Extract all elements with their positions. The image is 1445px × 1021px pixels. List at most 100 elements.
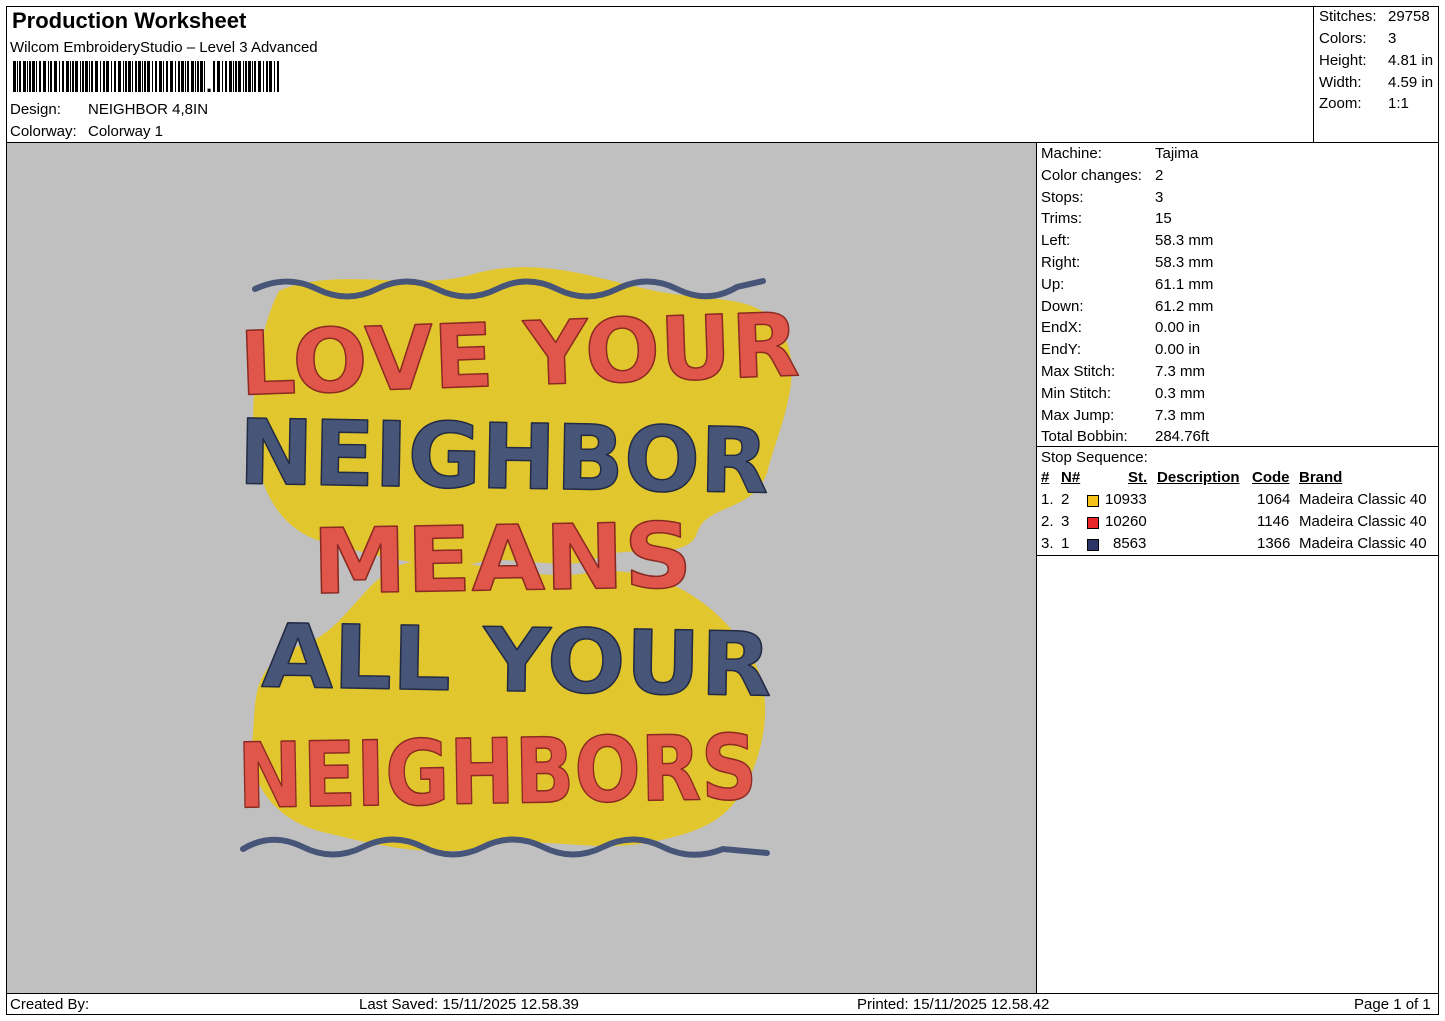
barcode-bar — [125, 61, 127, 92]
barcode-bar — [175, 61, 176, 92]
stop-num: 3. — [1041, 535, 1054, 552]
header-stitches: St. — [1128, 469, 1148, 486]
barcode-bar — [147, 61, 150, 92]
design-line-2: NEIGHBOR — [238, 400, 770, 514]
barcode: , — [13, 61, 279, 92]
barcode-bar — [187, 61, 189, 92]
stop-brand: Madeira Classic 40 — [1299, 491, 1427, 508]
colors-value: 3 — [1388, 30, 1397, 47]
software-name: Wilcom EmbroideryStudio – Level 3 Advanc… — [10, 39, 318, 56]
barcode-bar — [277, 61, 279, 92]
barcode-bar — [258, 61, 261, 92]
barcode-bar — [135, 61, 137, 92]
machine-info-value: 2 — [1155, 166, 1164, 184]
barcode-bar — [238, 61, 241, 92]
design-value: NEIGHBOR 4,8IN — [88, 101, 209, 118]
barcode-bar — [170, 61, 173, 92]
barcode-bar — [274, 61, 275, 92]
barcode-bar — [132, 61, 133, 92]
barcode-bar — [217, 61, 220, 92]
barcode-bar — [248, 61, 251, 92]
design-line-3: MEANS — [311, 504, 693, 616]
stop-needle: 2 — [1061, 491, 1070, 508]
barcode-bar — [72, 61, 74, 92]
machine-info-label: Right: — [1041, 254, 1081, 271]
machine-info-value: 0.3 mm — [1155, 384, 1206, 402]
barcode-bar — [252, 61, 253, 92]
design-preview: LOVE YOUR NEIGHBOR MEANS ALL YOUR NEIGHB… — [7, 143, 1036, 993]
machine-info-value: 3 — [1155, 188, 1164, 206]
page-title: Production Worksheet — [12, 8, 247, 33]
zoom-value: 1:1 — [1388, 95, 1409, 112]
barcode-bar — [106, 61, 109, 92]
machine-divider — [1036, 446, 1439, 447]
height-label: Height: — [1319, 52, 1367, 69]
barcode-bar — [43, 61, 46, 92]
machine-info-label: Color changes: — [1041, 166, 1142, 184]
barcode-bar — [29, 61, 31, 92]
stop-num: 2. — [1041, 513, 1054, 530]
header-needle: N# — [1061, 469, 1081, 486]
height-value: 4.81 in — [1388, 52, 1434, 69]
barcode-bar — [82, 61, 84, 92]
barcode-bar — [178, 61, 180, 92]
bottom-wave — [240, 836, 770, 858]
stop-code: 1146 — [1257, 513, 1290, 530]
color-swatch — [1087, 495, 1099, 507]
machine-info-label: Total Bobbin: — [1041, 428, 1128, 446]
zoom-label: Zoom: — [1319, 95, 1362, 112]
machine-info-value: 61.1 mm — [1155, 275, 1214, 293]
stop-brand: Madeira Classic 40 — [1299, 513, 1427, 530]
barcode-separator: , — [206, 72, 212, 92]
barcode-bar — [200, 61, 203, 92]
machine-info-value: 7.3 mm — [1155, 363, 1206, 380]
barcode-bar — [59, 61, 60, 92]
colors-label: Colors: — [1319, 30, 1367, 47]
barcode-bar — [85, 61, 88, 92]
barcode-bar — [254, 61, 256, 92]
barcode-bar — [95, 61, 98, 92]
header-code: Code — [1252, 469, 1290, 486]
barcode-bar — [197, 61, 199, 92]
machine-info-value: 0.00 in — [1155, 319, 1201, 337]
barcode-bar — [36, 61, 37, 92]
stitches-label: Stitches: — [1319, 8, 1377, 25]
barcode-bar — [195, 61, 196, 92]
barcode-bar — [159, 61, 162, 92]
color-swatch — [1087, 539, 1099, 551]
stop-row: 2. 3 10260 1146 Madeira Classic 40 — [1041, 513, 1437, 535]
machine-info-label: Left: — [1041, 232, 1071, 250]
created-by: Created By: — [10, 996, 90, 1013]
barcode-bar — [75, 61, 78, 92]
barcode-bar — [48, 61, 49, 92]
width-value: 4.59 in — [1388, 74, 1434, 91]
barcode-bar — [163, 61, 164, 92]
barcode-bar — [185, 61, 186, 92]
barcode-bar — [142, 61, 143, 92]
machine-info-label: Stops: — [1041, 188, 1084, 206]
barcode-bar — [89, 61, 90, 92]
barcode-bar — [128, 61, 131, 92]
machine-info-label: EndX: — [1041, 319, 1082, 337]
barcode-bar — [233, 61, 234, 92]
machine-info-value: 0.00 in — [1155, 341, 1201, 359]
machine-info-label: Trims: — [1041, 210, 1083, 228]
stop-row: 3. 1 8563 1366 Madeira Classic 40 — [1041, 535, 1437, 557]
barcode-bar — [204, 61, 205, 92]
barcode-bar — [17, 61, 18, 92]
header-description: Description — [1157, 469, 1240, 486]
design-line-5: NEIGHBORS — [236, 715, 758, 829]
stop-code: 1064 — [1257, 491, 1291, 508]
embroidery-design: LOVE YOUR NEIGHBOR MEANS ALL YOUR NEIGHB… — [236, 267, 802, 858]
stop-needle: 1 — [1061, 535, 1070, 552]
barcode-bar — [62, 61, 64, 92]
barcode-bar — [243, 61, 244, 92]
side-panel-divider — [1036, 142, 1037, 993]
machine-info-label: Up: — [1041, 275, 1065, 293]
header-brand: Brand — [1299, 469, 1343, 486]
barcode-bar — [123, 61, 124, 92]
barcode-bar — [54, 61, 57, 92]
barcode-bar — [23, 61, 26, 92]
barcode-bar — [19, 61, 21, 92]
barcode-bar — [118, 61, 121, 92]
